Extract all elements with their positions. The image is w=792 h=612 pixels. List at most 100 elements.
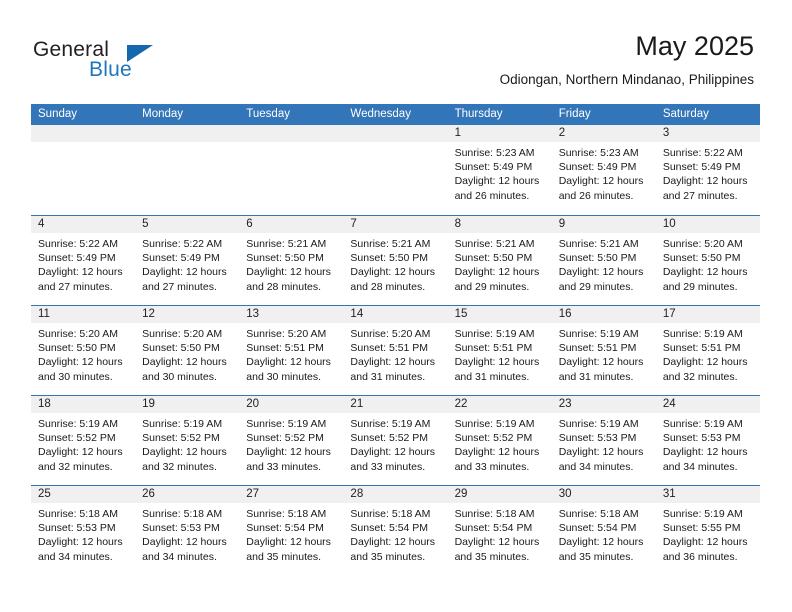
- day-cell-27[interactable]: 27 Sunrise: 5:18 AM Sunset: 5:54 PM Dayligh…: [239, 486, 344, 575]
- day-detail-line: and 30 minutes.: [142, 370, 217, 383]
- day-cell-11[interactable]: 11 Sunrise: 5:20 AM Sunset: 5:50 PM Dayligh…: [31, 306, 136, 395]
- day-cell-12[interactable]: 12 Sunrise: 5:20 AM Sunset: 5:50 PM Dayligh…: [135, 306, 240, 395]
- day-detail-line: Sunrise: 5:21 AM: [350, 238, 431, 250]
- day-detail-line: Sunset: 5:52 PM: [350, 432, 429, 445]
- day-cell-14[interactable]: 14 Sunrise: 5:20 AM Sunset: 5:51 PM Dayligh…: [343, 306, 448, 395]
- day-cell-7[interactable]: 7 Sunrise: 5:21 AM Sunset: 5:50 PM Daylight…: [343, 216, 448, 305]
- day-cell-6[interactable]: 6 Sunrise: 5:21 AM Sunset: 5:50 PM Daylight…: [239, 216, 344, 305]
- day-detail-line: Sunrise: 5:19 AM: [558, 328, 639, 340]
- day-detail-line: Daylight: 12 hours: [454, 356, 540, 369]
- day-number: 1: [454, 127, 461, 139]
- day-cell-17[interactable]: 17 Sunrise: 5:19 AM Sunset: 5:51 PM Dayligh…: [655, 306, 760, 395]
- day-number-band: 12: [135, 306, 240, 323]
- day-cell-25[interactable]: 25 Sunrise: 5:18 AM Sunset: 5:53 PM Dayligh…: [31, 486, 136, 575]
- day-number-band: 29: [447, 486, 552, 503]
- day-detail-line: Daylight: 12 hours: [662, 266, 748, 279]
- day-cell-15[interactable]: 15 Sunrise: 5:19 AM Sunset: 5:51 PM Dayligh…: [447, 306, 552, 395]
- day-number-band: 17: [655, 306, 760, 323]
- day-detail-line: Sunrise: 5:18 AM: [454, 508, 535, 520]
- day-number-band: 9: [551, 216, 656, 233]
- day-cell-26[interactable]: 26 Sunrise: 5:18 AM Sunset: 5:53 PM Dayligh…: [135, 486, 240, 575]
- day-cell-30[interactable]: 30 Sunrise: 5:18 AM Sunset: 5:54 PM Dayligh…: [551, 486, 656, 575]
- week-row: 4 Sunrise: 5:22 AM Sunset: 5:49 PM Daylight…: [31, 215, 760, 305]
- day-cell-29[interactable]: 29 Sunrise: 5:18 AM Sunset: 5:54 PM Dayligh…: [447, 486, 552, 575]
- day-detail-line: Sunset: 5:55 PM: [662, 522, 741, 535]
- day-detail-line: and 31 minutes.: [454, 370, 530, 383]
- weekday-header-sunday: Sunday: [38, 108, 78, 120]
- day-cell-3[interactable]: 3 Sunrise: 5:22 AM Sunset: 5:49 PM Daylight…: [655, 125, 760, 215]
- day-number-band: 14: [343, 306, 448, 323]
- day-detail-line: Daylight: 12 hours: [558, 446, 644, 459]
- day-cell-5[interactable]: 5 Sunrise: 5:22 AM Sunset: 5:49 PM Daylight…: [135, 216, 240, 305]
- day-cell-10[interactable]: 10 Sunrise: 5:20 AM Sunset: 5:50 PM Dayligh…: [655, 216, 760, 305]
- day-number-band: 6: [239, 216, 344, 233]
- day-cell-4[interactable]: 4 Sunrise: 5:22 AM Sunset: 5:49 PM Daylight…: [31, 216, 136, 305]
- day-detail-line: Daylight: 12 hours: [350, 536, 436, 549]
- day-cell-22[interactable]: 22 Sunrise: 5:19 AM Sunset: 5:52 PM Dayligh…: [447, 396, 552, 485]
- day-details: Sunrise: 5:18 AM Sunset: 5:53 PM Daylight:…: [135, 503, 239, 564]
- day-detail-line: Daylight: 12 hours: [454, 446, 540, 459]
- day-number-band: 26: [135, 486, 240, 503]
- day-detail-line: Sunset: 5:50 PM: [142, 342, 220, 355]
- weekday-header-monday: Monday: [142, 108, 184, 120]
- day-detail-line: Daylight: 12 hours: [246, 446, 331, 459]
- day-detail-line: Sunrise: 5:19 AM: [662, 328, 743, 340]
- day-cell-16[interactable]: 16 Sunrise: 5:19 AM Sunset: 5:51 PM Dayligh…: [551, 306, 656, 395]
- day-number-band: [343, 125, 448, 142]
- day-details: [239, 142, 343, 146]
- day-detail-line: Daylight: 12 hours: [142, 356, 227, 369]
- day-number: 17: [662, 308, 676, 320]
- day-detail-line: Daylight: 12 hours: [558, 266, 644, 279]
- day-detail-line: Daylight: 12 hours: [558, 175, 644, 188]
- day-cell-9[interactable]: 9 Sunrise: 5:21 AM Sunset: 5:50 PM Daylight…: [551, 216, 656, 305]
- general-blue-logo[interactable]: General Blue: [33, 38, 233, 86]
- day-detail-line: Sunrise: 5:19 AM: [38, 418, 118, 430]
- day-cell-31[interactable]: 31 Sunrise: 5:19 AM Sunset: 5:55 PM Dayligh…: [655, 486, 760, 575]
- day-detail-line: Sunrise: 5:20 AM: [38, 328, 118, 340]
- day-cell-20[interactable]: 20 Sunrise: 5:19 AM Sunset: 5:52 PM Dayligh…: [239, 396, 344, 485]
- day-detail-line: Sunset: 5:50 PM: [246, 252, 324, 265]
- day-detail-line: Daylight: 12 hours: [38, 536, 123, 549]
- day-number: 29: [454, 488, 468, 500]
- day-details: Sunrise: 5:19 AM Sunset: 5:51 PM Daylight:…: [552, 323, 656, 384]
- day-cell-28[interactable]: 28 Sunrise: 5:18 AM Sunset: 5:54 PM Dayligh…: [343, 486, 448, 575]
- day-cell-2[interactable]: 2 Sunrise: 5:23 AM Sunset: 5:49 PM Daylight…: [551, 125, 656, 215]
- day-detail-line: Sunrise: 5:20 AM: [142, 328, 223, 340]
- day-details: Sunrise: 5:20 AM Sunset: 5:50 PM Daylight:…: [135, 323, 239, 384]
- day-detail-line: Sunrise: 5:23 AM: [454, 147, 535, 159]
- day-detail-line: and 29 minutes.: [454, 280, 530, 293]
- day-cell-1[interactable]: 1 Sunrise: 5:23 AM Sunset: 5:49 PM Daylight…: [447, 125, 552, 215]
- day-cell-19[interactable]: 19 Sunrise: 5:19 AM Sunset: 5:52 PM Dayligh…: [135, 396, 240, 485]
- day-detail-line: Sunset: 5:51 PM: [246, 342, 324, 355]
- day-cell-empty: [31, 125, 136, 215]
- day-detail-line: Sunrise: 5:21 AM: [246, 238, 327, 250]
- day-detail-line: Daylight: 12 hours: [38, 266, 123, 279]
- day-cell-24[interactable]: 24 Sunrise: 5:19 AM Sunset: 5:53 PM Dayligh…: [655, 396, 760, 485]
- day-number: 10: [662, 218, 676, 230]
- day-number: 14: [350, 308, 364, 320]
- day-number: 28: [350, 488, 364, 500]
- day-number: 4: [38, 218, 45, 230]
- day-number: 24: [662, 398, 676, 410]
- day-number: 15: [454, 308, 468, 320]
- day-details: Sunrise: 5:19 AM Sunset: 5:52 PM Daylight:…: [135, 413, 239, 474]
- day-detail-line: Daylight: 12 hours: [142, 266, 227, 279]
- day-cell-21[interactable]: 21 Sunrise: 5:19 AM Sunset: 5:52 PM Dayligh…: [343, 396, 448, 485]
- day-detail-line: Daylight: 12 hours: [662, 175, 748, 188]
- day-cell-18[interactable]: 18 Sunrise: 5:19 AM Sunset: 5:52 PM Dayligh…: [31, 396, 136, 485]
- day-detail-line: Sunset: 5:53 PM: [38, 522, 116, 535]
- day-number-band: 22: [447, 396, 552, 413]
- day-cell-23[interactable]: 23 Sunrise: 5:19 AM Sunset: 5:53 PM Dayligh…: [551, 396, 656, 485]
- day-detail-line: Daylight: 12 hours: [662, 446, 748, 459]
- day-number: 31: [662, 488, 676, 500]
- day-detail-line: Daylight: 12 hours: [662, 536, 748, 549]
- day-details: Sunrise: 5:19 AM Sunset: 5:52 PM Daylight:…: [239, 413, 343, 474]
- day-detail-line: and 28 minutes.: [246, 280, 321, 293]
- day-detail-line: Sunset: 5:49 PM: [662, 161, 741, 174]
- day-cell-8[interactable]: 8 Sunrise: 5:21 AM Sunset: 5:50 PM Daylight…: [447, 216, 552, 305]
- day-number: 20: [246, 398, 260, 410]
- day-detail-line: Sunset: 5:54 PM: [350, 522, 429, 535]
- day-detail-line: and 35 minutes.: [454, 550, 530, 563]
- day-number: 6: [246, 218, 253, 230]
- day-cell-13[interactable]: 13 Sunrise: 5:20 AM Sunset: 5:51 PM Dayligh…: [239, 306, 344, 395]
